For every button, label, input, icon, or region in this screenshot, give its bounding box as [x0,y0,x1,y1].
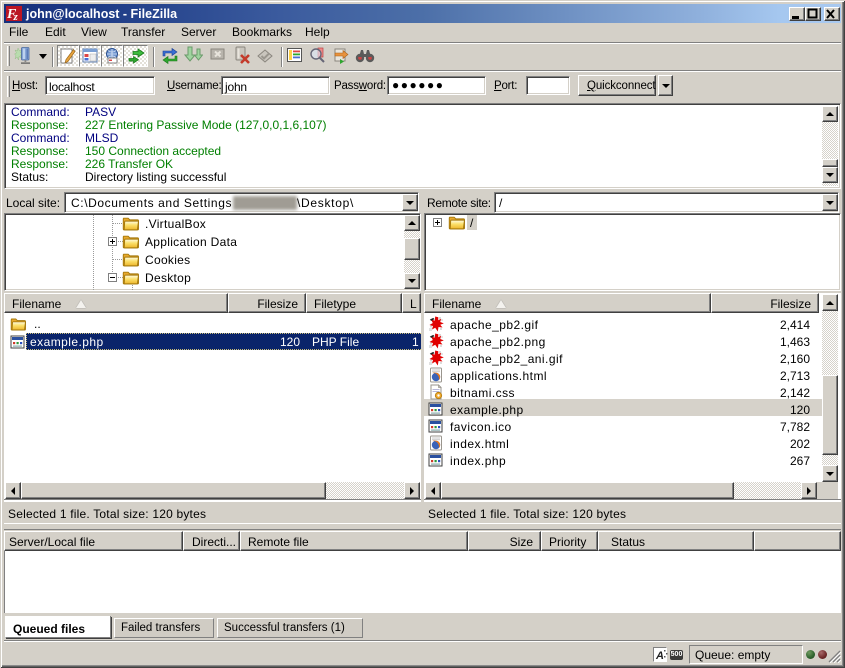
svg-text:z: z [13,11,19,21]
svg-text:A: A [655,650,664,662]
